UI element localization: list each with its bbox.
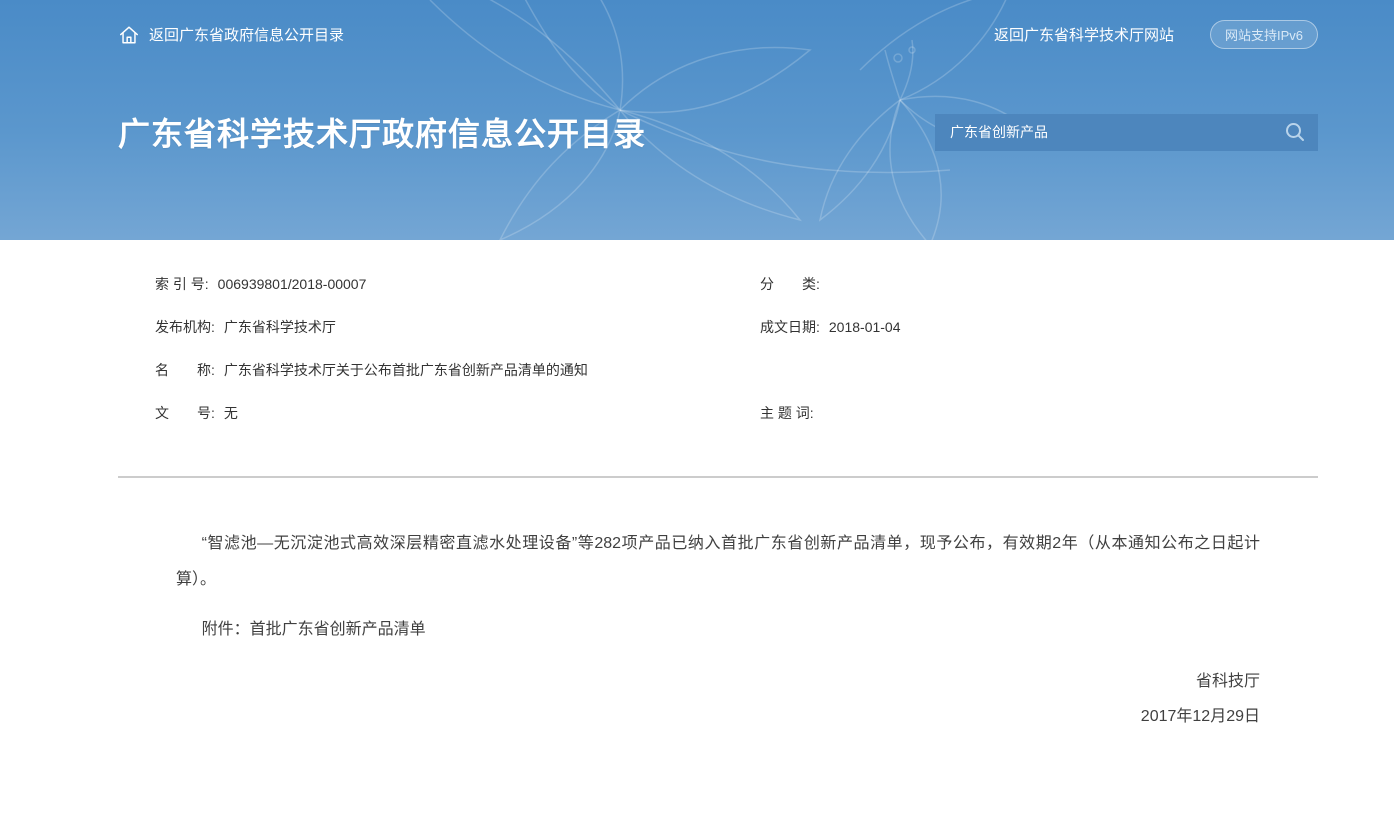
meta-value: 006939801/2018-00007 — [218, 276, 367, 292]
back-dept-link[interactable]: 返回广东省科学技术厅网站 — [994, 24, 1174, 45]
page-title: 广东省科学技术厅政府信息公开目录 — [118, 109, 646, 155]
attachment-link[interactable]: 首批广东省创新产品清单 — [250, 621, 426, 638]
back-gov-link[interactable]: 返回广东省政府信息公开目录 — [118, 24, 344, 46]
search-box — [935, 114, 1318, 151]
top-bar-right: 返回广东省科学技术厅网站 网站支持IPv6 — [994, 20, 1318, 49]
meta-row-doc-number: 文 号: 无 — [155, 403, 760, 423]
meta-label: 发布机构: — [155, 319, 215, 335]
signature-block: 省科技厅 2017年12月29日 — [176, 664, 1260, 734]
back-gov-label: 返回广东省政府信息公开目录 — [149, 24, 344, 45]
meta-value: 2018-01-04 — [829, 319, 901, 335]
search-button[interactable] — [1272, 114, 1318, 151]
top-bar: 返回广东省政府信息公开目录 返回广东省科学技术厅网站 网站支持IPv6 — [118, 0, 1318, 49]
meta-row-index-number: 索 引 号: 006939801/2018-00007 — [155, 274, 760, 294]
meta-row-subject-words: 主 题 词: — [760, 403, 1318, 423]
meta-row-issuing-agency: 发布机构: 广东省科学技术厅 — [155, 317, 760, 337]
notice-paragraph: “智滤池—无沉淀池式高效深层精密直滤水处理设备”等282项产品已纳入首批广东省创… — [176, 526, 1260, 598]
meta-row-title: 名 称: 广东省科学技术厅关于公布首批广东省创新产品清单的通知 — [155, 360, 760, 380]
meta-value: 无 — [224, 405, 238, 421]
meta-table: 索 引 号: 006939801/2018-00007 分 类: 发布机构: 广东省… — [118, 262, 1318, 434]
ipv6-badge[interactable]: 网站支持IPv6 — [1210, 20, 1318, 49]
attachment-label: 附件： — [202, 621, 250, 638]
search-icon — [1284, 121, 1306, 143]
home-icon — [118, 24, 140, 46]
meta-label: 成文日期: — [760, 319, 820, 335]
attachment-line: 附件：首批广东省创新产品清单 — [176, 612, 1260, 648]
meta-label: 文 号: — [155, 405, 215, 421]
meta-label: 名 称: — [155, 362, 215, 378]
section-divider — [118, 476, 1318, 478]
search-input[interactable] — [935, 114, 1272, 151]
notice-article: “智滤池—无沉淀池式高效深层精密直滤水处理设备”等282项产品已纳入首批广东省创… — [118, 526, 1318, 734]
meta-label: 索 引 号: — [155, 276, 209, 292]
signature-date: 2017年12月29日 — [176, 699, 1260, 734]
meta-label: 分 类: — [760, 276, 820, 292]
meta-row-category: 分 类: — [760, 274, 1318, 294]
page-header: 返回广东省政府信息公开目录 返回广东省科学技术厅网站 网站支持IPv6 广东省科… — [0, 0, 1394, 240]
header-main: 广东省科学技术厅政府信息公开目录 — [118, 109, 1318, 155]
meta-value: 广东省科学技术厅 — [224, 319, 336, 335]
meta-label: 主 题 词: — [760, 405, 814, 421]
meta-value: 广东省科学技术厅关于公布首批广东省创新产品清单的通知 — [224, 362, 588, 378]
signature-org: 省科技厅 — [176, 664, 1260, 699]
page: 返回广东省政府信息公开目录 返回广东省科学技术厅网站 网站支持IPv6 广东省科… — [0, 0, 1394, 734]
meta-row-issue-date: 成文日期: 2018-01-04 — [760, 317, 1318, 337]
document-content: 索 引 号: 006939801/2018-00007 分 类: 发布机构: 广东省… — [118, 240, 1318, 734]
